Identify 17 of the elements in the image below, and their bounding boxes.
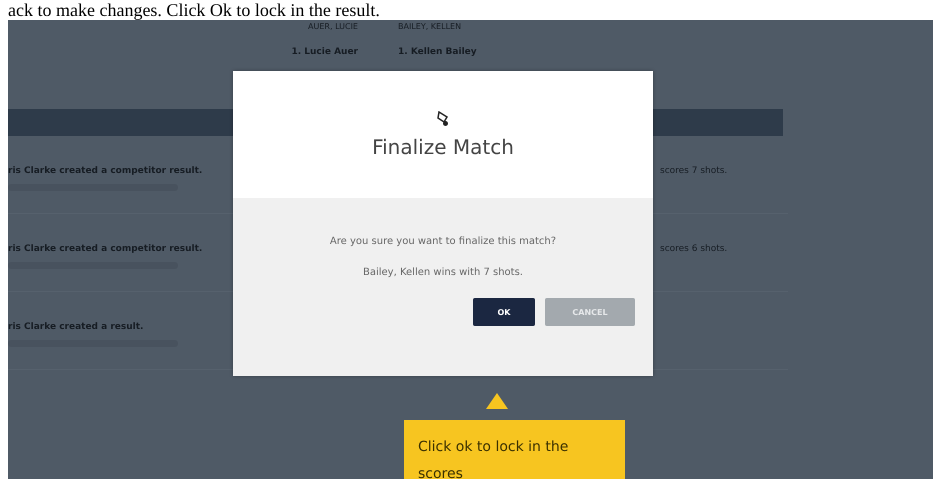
shuttlecock-icon [436, 110, 450, 126]
tooltip: Click ok to lock in the scores [404, 420, 625, 479]
player-entry: 1. Kellen Bailey [398, 47, 478, 57]
confirm-message: Are you sure you want to finalize this match? [330, 236, 556, 247]
caption-text: ack to make changes. Click Ok to lock in the result. [7, 0, 381, 20]
activity-text: ris Clarke created a competitor result. [8, 244, 204, 254]
player-header: AUER, LUCIE [308, 22, 358, 31]
dialog-title: Finalize Match [372, 134, 514, 158]
player-entry: 1. Lucie Auer [291, 47, 358, 57]
activity-detail: scores 6 shots. [660, 244, 728, 256]
player-header: BAILEY, KELLEN [398, 22, 462, 31]
activity-text: ris Clarke created a result. [8, 322, 144, 332]
tooltip-arrow-icon [486, 393, 508, 409]
result-message: Bailey, Kellen wins with 7 shots. [362, 267, 523, 278]
activity-detail: scores 7 shots. [660, 166, 728, 178]
ok-button[interactable]: OK [473, 298, 535, 326]
activity-text: ris Clarke created a competitor result. [8, 166, 204, 176]
